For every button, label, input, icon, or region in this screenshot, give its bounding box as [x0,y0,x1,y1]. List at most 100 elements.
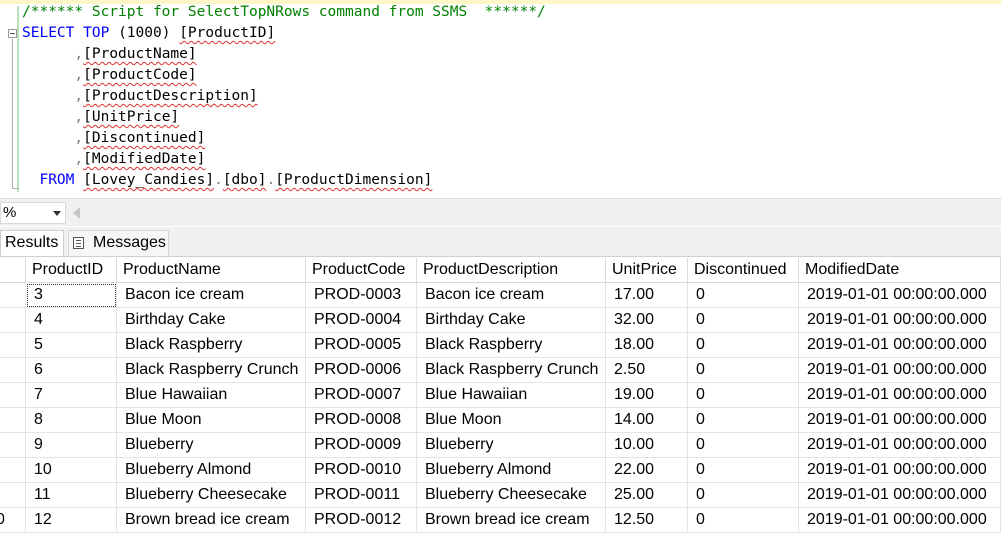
table-cell[interactable]: PROD-0011 [306,483,417,508]
column-header[interactable]: Discontinued [688,258,799,283]
table-cell[interactable]: Bacon ice cream [417,283,606,308]
table-row[interactable]: 11 Blueberry Cheesecake PROD-0011 Bluebe… [0,483,1001,508]
table-cell[interactable]: 2019-01-01 00:00:00.000 [799,458,1001,483]
table-cell[interactable]: 2019-01-01 00:00:00.000 [799,483,1001,508]
row-header[interactable] [0,433,26,458]
table-cell[interactable]: 8 [26,408,117,433]
table-cell[interactable]: PROD-0009 [306,433,417,458]
table-cell[interactable]: Blueberry [417,433,606,458]
table-cell[interactable]: Blue Hawaiian [417,383,606,408]
table-cell[interactable]: PROD-0005 [306,333,417,358]
table-row[interactable]: 9 Blueberry PROD-0009 Blueberry 10.00 0 … [0,433,1001,458]
table-cell[interactable]: 18.00 [606,333,688,358]
table-cell[interactable]: 10.00 [606,433,688,458]
table-cell[interactable]: Blueberry Almond [417,458,606,483]
collapse-toggle-icon[interactable] [8,29,17,38]
table-cell[interactable]: Birthday Cake [117,308,306,333]
table-cell[interactable]: 0 [688,283,799,308]
table-cell[interactable]: 0 [688,333,799,358]
table-row[interactable]: 8 Blue Moon PROD-0008 Blue Moon 14.00 0 … [0,408,1001,433]
table-cell[interactable]: 19.00 [606,383,688,408]
table-row[interactable]: 3 Bacon ice cream PROD-0003 Bacon ice cr… [0,283,1001,308]
table-cell[interactable]: 0 [688,408,799,433]
table-cell[interactable]: PROD-0008 [306,408,417,433]
row-header[interactable] [0,483,26,508]
table-cell[interactable]: 5 [26,333,117,358]
table-cell[interactable]: Blue Moon [417,408,606,433]
table-cell[interactable]: 2019-01-01 00:00:00.000 [799,383,1001,408]
table-cell[interactable]: PROD-0010 [306,458,417,483]
row-header[interactable] [0,383,26,408]
table-row[interactable]: 4 Birthday Cake PROD-0004 Birthday Cake … [0,308,1001,333]
table-cell[interactable]: 2019-01-01 00:00:00.000 [799,433,1001,458]
table-cell[interactable]: 2019-01-01 00:00:00.000 [799,508,1001,533]
tab-results[interactable]: Results [0,230,64,256]
table-cell[interactable]: Black Raspberry Crunch [117,358,306,383]
table-cell[interactable]: Blue Hawaiian [117,383,306,408]
column-header[interactable]: ProductDescription [417,258,606,283]
table-cell[interactable]: PROD-0004 [306,308,417,333]
table-cell[interactable]: Blue Moon [117,408,306,433]
table-cell[interactable]: 0 [688,433,799,458]
column-header[interactable]: ProductCode [306,258,417,283]
table-cell[interactable]: 0 [688,383,799,408]
grid-corner[interactable] [0,258,26,283]
table-cell[interactable]: 32.00 [606,308,688,333]
table-cell[interactable]: 2019-01-01 00:00:00.000 [799,333,1001,358]
row-header[interactable] [0,458,26,483]
table-cell[interactable]: 6 [26,358,117,383]
table-row[interactable]: 10 Blueberry Almond PROD-0010 Blueberry … [0,458,1001,483]
table-cell[interactable]: Bacon ice cream [117,283,306,308]
table-cell[interactable]: PROD-0012 [306,508,417,533]
query-editor[interactable]: /****** Script for SelectTopNRows comman… [0,0,1001,197]
column-header[interactable]: ModifiedDate [799,258,1001,283]
table-row[interactable]: 5 Black Raspberry PROD-0005 Black Raspbe… [0,333,1001,358]
table-cell[interactable]: 14.00 [606,408,688,433]
table-cell[interactable]: PROD-0006 [306,358,417,383]
table-cell[interactable]: 0 [688,483,799,508]
table-cell[interactable]: 7 [26,383,117,408]
table-cell[interactable]: 12 [26,508,117,533]
table-cell[interactable]: 11 [26,483,117,508]
row-header[interactable]: 0 [0,508,26,533]
table-cell[interactable]: Blueberry Cheesecake [117,483,306,508]
table-cell[interactable]: 2019-01-01 00:00:00.000 [799,358,1001,383]
row-header[interactable] [0,333,26,358]
table-cell[interactable]: 12.50 [606,508,688,533]
table-cell[interactable]: Blueberry Almond [117,458,306,483]
table-cell[interactable]: 2019-01-01 00:00:00.000 [799,283,1001,308]
table-cell[interactable]: Brown bread ice cream [117,508,306,533]
row-header[interactable] [0,308,26,333]
table-cell[interactable]: Birthday Cake [417,308,606,333]
row-header[interactable] [0,358,26,383]
table-cell[interactable]: 17.00 [606,283,688,308]
table-cell[interactable]: 25.00 [606,483,688,508]
table-cell[interactable]: Black Raspberry Crunch [417,358,606,383]
table-cell[interactable]: 2019-01-01 00:00:00.000 [799,408,1001,433]
table-cell[interactable]: PROD-0007 [306,383,417,408]
table-cell[interactable]: Black Raspberry [117,333,306,358]
table-cell[interactable]: Blueberry [117,433,306,458]
chevron-down-icon[interactable] [53,211,61,216]
table-cell[interactable]: Brown bread ice cream [417,508,606,533]
table-cell[interactable]: 0 [688,458,799,483]
table-cell[interactable]: 22.00 [606,458,688,483]
tab-messages[interactable]: Messages [68,230,169,256]
table-row[interactable]: 6 Black Raspberry Crunch PROD-0006 Black… [0,358,1001,383]
row-header[interactable] [0,283,26,308]
row-header[interactable] [0,408,26,433]
column-header[interactable]: UnitPrice [606,258,688,283]
table-cell[interactable]: 0 [688,358,799,383]
table-cell[interactable]: Blueberry Cheesecake [417,483,606,508]
table-cell[interactable]: PROD-0003 [306,283,417,308]
table-row[interactable]: 7 Blue Hawaiian PROD-0007 Blue Hawaiian … [0,383,1001,408]
table-cell[interactable]: 3 [26,283,117,308]
table-row[interactable]: 0 12 Brown bread ice cream PROD-0012 Bro… [0,508,1001,533]
zoom-dropdown[interactable]: % [0,202,66,224]
table-cell[interactable]: 4 [26,308,117,333]
table-cell[interactable]: 9 [26,433,117,458]
scroll-left-icon[interactable] [73,207,80,219]
table-cell[interactable]: 0 [688,308,799,333]
column-header[interactable]: ProductName [117,258,306,283]
table-cell[interactable]: 0 [688,508,799,533]
